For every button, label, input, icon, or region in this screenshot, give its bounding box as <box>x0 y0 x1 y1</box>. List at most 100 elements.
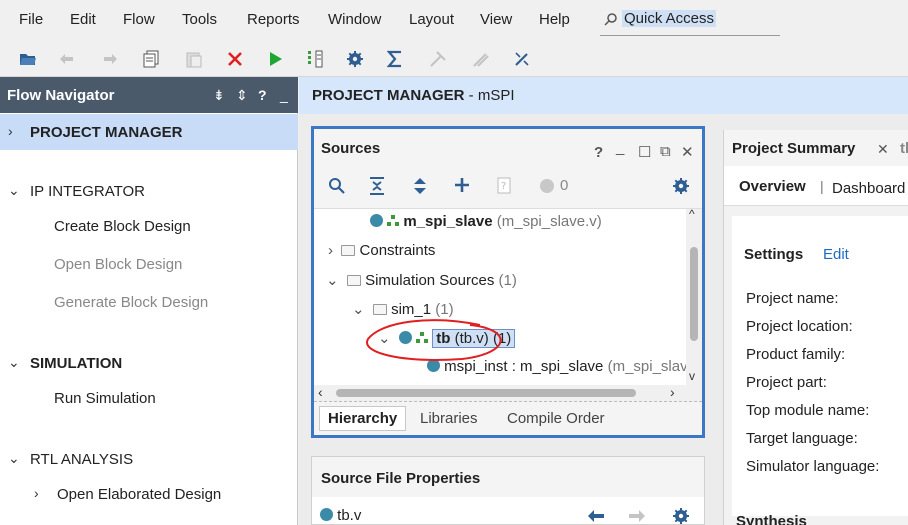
help-icon[interactable]: ? <box>258 87 267 103</box>
nav-rtl-analysis[interactable]: ⌄ RTL ANALYSIS <box>0 441 298 477</box>
minimize-icon[interactable]: _ <box>616 139 624 156</box>
back-arrow-icon[interactable] <box>587 509 605 523</box>
chevron-down-icon: ⌄ <box>8 450 20 466</box>
menu-reports[interactable]: Reports <box>247 11 300 28</box>
paste-icon[interactable] <box>183 48 205 70</box>
tree-item-simulation-sources[interactable]: ⌄ Simulation Sources (1) <box>326 271 517 299</box>
open-project-icon[interactable] <box>17 48 39 70</box>
copy-icon[interactable] <box>140 48 162 70</box>
menu-window[interactable]: Window <box>328 11 381 28</box>
chevron-down-icon: ⌄ <box>8 182 20 198</box>
nav-label: Generate Block Design <box>54 294 209 311</box>
tree-item-name: Constraints <box>359 242 436 259</box>
help-icon[interactable]: ? <box>594 144 603 161</box>
nav-generate-block-design[interactable]: Generate Block Design <box>0 284 298 320</box>
project-summary-panel: Project Summary ✕ tb Overview | Dashboar… <box>723 130 908 525</box>
tab-tb[interactable]: tb <box>900 140 908 157</box>
sigma-icon[interactable] <box>384 48 406 70</box>
menu-help[interactable]: Help <box>539 11 570 28</box>
field-product-family: Product family: <box>746 346 846 363</box>
menu-edit[interactable]: Edit <box>70 11 96 28</box>
vertical-scrollbar[interactable]: ^ v <box>686 207 702 385</box>
settings-icon[interactable] <box>672 177 690 195</box>
run-icon[interactable] <box>264 48 286 70</box>
scroll-up-icon[interactable]: ^ <box>689 207 695 221</box>
flow-navigator-header: Flow Navigator ⇟ ⇕ ? _ <box>0 77 298 113</box>
close-icon[interactable]: ✕ <box>877 141 889 158</box>
nav-run-simulation[interactable]: Run Simulation <box>0 380 298 416</box>
tab-hierarchy[interactable]: Hierarchy <box>319 406 407 431</box>
field-project-name: Project name: <box>746 290 839 307</box>
disabled-tool-icon[interactable] <box>427 48 449 70</box>
scroll-right-icon[interactable]: › <box>670 384 675 400</box>
debug-icon[interactable] <box>511 48 533 70</box>
edit-link[interactable]: Edit <box>823 246 849 263</box>
undo-icon[interactable] <box>57 48 79 70</box>
disabled-tool2-icon[interactable] <box>470 48 492 70</box>
forward-arrow-icon[interactable] <box>628 509 646 523</box>
nav-create-block-design[interactable]: Create Block Design <box>0 208 298 244</box>
tree-item-name: m_spi_slave <box>403 213 493 230</box>
nav-open-block-design[interactable]: Open Block Design <box>0 246 298 282</box>
nav-label: IP INTEGRATOR <box>30 183 146 200</box>
tab-compile-order[interactable]: Compile Order <box>507 410 605 427</box>
status-circle-icon <box>540 179 554 193</box>
scroll-thumb[interactable] <box>690 247 698 341</box>
tree-item-m-spi-slave[interactable]: m_spi_slave (m_spi_slave.v) <box>370 213 602 241</box>
collapse-all-icon[interactable] <box>369 177 385 195</box>
horizontal-scrollbar[interactable]: ‹ › <box>314 384 702 401</box>
collapse-all-icon[interactable]: ⇟ <box>213 87 225 104</box>
chevron-right-icon: › <box>328 242 333 259</box>
scroll-left-icon[interactable]: ‹ <box>318 384 323 400</box>
sources-toolbar: ? 0 <box>314 165 702 209</box>
settings-heading: Settings <box>744 246 804 263</box>
nav-project-manager[interactable]: › PROJECT MANAGER <box>0 114 298 150</box>
menu-view[interactable]: View <box>480 11 512 28</box>
nav-ip-integrator[interactable]: ⌄ IP INTEGRATOR <box>0 173 298 209</box>
tree-item-detail: (m_spi_slave.v) <box>607 358 686 375</box>
nav-label: Create Block Design <box>54 218 191 235</box>
toolbar <box>0 40 908 77</box>
menu-file[interactable]: File <box>19 11 43 28</box>
sources-title: Sources <box>321 140 381 157</box>
tab-libraries[interactable]: Libraries <box>420 410 478 427</box>
tree-item-detail: (m_spi_slave.v) <box>496 213 602 230</box>
properties-icon[interactable]: ? <box>497 177 511 194</box>
status-count: 0 <box>560 177 569 194</box>
page-title: PROJECT MANAGER - mSPI <box>312 87 515 104</box>
menu-flow[interactable]: Flow <box>123 11 155 28</box>
scroll-thumb[interactable] <box>336 389 636 397</box>
redo-icon[interactable] <box>98 48 120 70</box>
download-bitstream-icon[interactable] <box>304 48 326 70</box>
page-title-main: PROJECT MANAGER <box>312 87 465 104</box>
maximize-icon[interactable]: ☐ <box>638 143 651 161</box>
menu-tools[interactable]: Tools <box>182 11 217 28</box>
settings-icon[interactable] <box>344 48 366 70</box>
close-icon[interactable]: ✕ <box>681 143 694 161</box>
add-sources-icon[interactable] <box>454 177 470 193</box>
tree-item-constraints[interactable]: › Constraints <box>328 242 435 270</box>
quick-access-search[interactable]: Quick Access <box>600 6 780 36</box>
chevron-down-icon: ⌄ <box>352 301 365 318</box>
menu-layout[interactable]: Layout <box>409 11 454 28</box>
folder-icon <box>372 304 387 315</box>
scroll-down-icon[interactable]: v <box>689 369 695 383</box>
nav-simulation[interactable]: ⌄ SIMULATION <box>0 345 298 381</box>
minimize-icon[interactable]: _ <box>280 87 288 103</box>
field-project-part: Project part: <box>746 374 827 391</box>
expand-collapse-icon[interactable]: ⇕ <box>236 87 248 104</box>
nav-label: SIMULATION <box>30 355 123 372</box>
search-icon[interactable] <box>328 177 346 195</box>
tab-project-summary[interactable]: Project Summary <box>732 140 855 157</box>
project-summary-body: Settings Edit Project name: Project loca… <box>724 206 908 525</box>
expand-all-icon[interactable] <box>413 177 427 195</box>
nav-label: RTL ANALYSIS <box>30 451 134 468</box>
settings-icon[interactable] <box>672 507 690 525</box>
float-icon[interactable]: ⧉ <box>660 143 671 160</box>
delete-icon[interactable] <box>224 48 246 70</box>
chevron-right-icon: › <box>8 123 13 139</box>
tab-overview[interactable]: Overview <box>739 178 806 195</box>
tree-item-name: Simulation Sources <box>365 272 495 289</box>
tab-dashboard[interactable]: Dashboard <box>832 180 905 197</box>
nav-open-elaborated-design[interactable]: › Open Elaborated Design <box>0 476 298 512</box>
